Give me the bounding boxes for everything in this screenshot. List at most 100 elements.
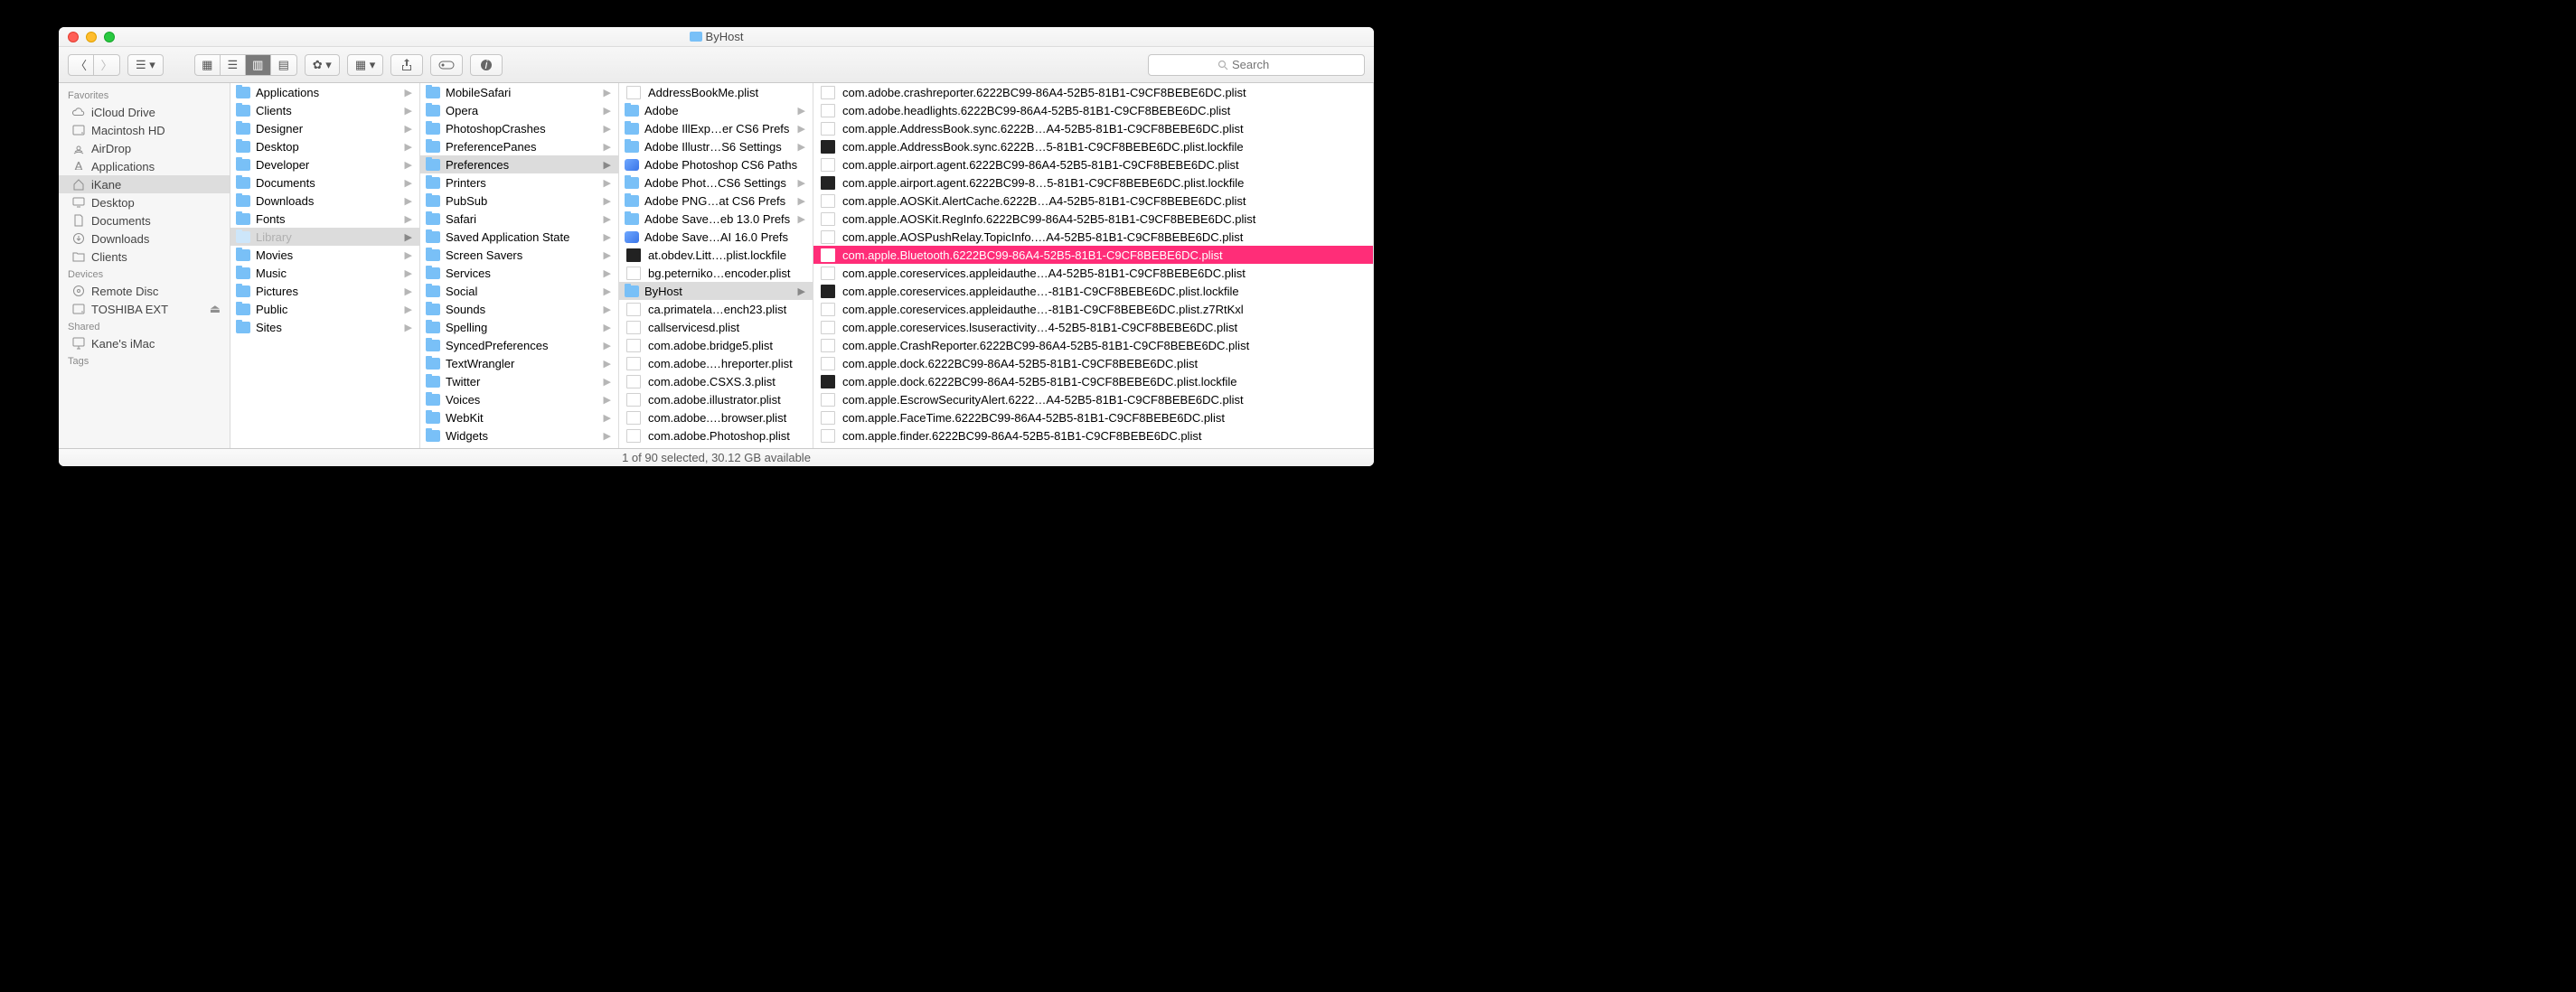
sidebar-item-ikane[interactable]: iKane xyxy=(59,175,230,193)
file-row[interactable]: WebKit▶ xyxy=(420,408,618,426)
sidebar-item-toshiba-ext[interactable]: TOSHIBA EXT⏏ xyxy=(59,300,230,318)
action-menu[interactable]: ✿ ▾ xyxy=(305,54,340,76)
file-row[interactable]: Sites▶ xyxy=(230,318,419,336)
file-row[interactable]: Desktop▶ xyxy=(230,137,419,155)
file-row[interactable]: AddressBookMe.plist xyxy=(619,83,813,101)
file-row[interactable]: com.apple.coreservices.appleidauthe…-81B… xyxy=(813,300,1373,318)
minimize-button[interactable] xyxy=(86,32,97,42)
zoom-button[interactable] xyxy=(104,32,115,42)
close-button[interactable] xyxy=(68,32,79,42)
sidebar-item-kane-s-imac[interactable]: Kane's iMac xyxy=(59,334,230,352)
file-row[interactable]: Voices▶ xyxy=(420,390,618,408)
file-row[interactable]: com.adobe.Photoshop.plist xyxy=(619,426,813,445)
sidebar-item-applications[interactable]: ⌂AApplications xyxy=(59,157,230,175)
sidebar-item-documents[interactable]: Documents xyxy=(59,211,230,229)
file-row[interactable]: Services▶ xyxy=(420,264,618,282)
sidebar-item-macintosh-hd[interactable]: Macintosh HD xyxy=(59,121,230,139)
sidebar-item-airdrop[interactable]: AirDrop xyxy=(59,139,230,157)
file-row[interactable]: bg.peterniko…encoder.plist xyxy=(619,264,813,282)
file-row[interactable]: Adobe PNG…at CS6 Prefs▶ xyxy=(619,192,813,210)
file-row[interactable]: com.adobe.headlights.6222BC99-86A4-52B5-… xyxy=(813,101,1373,119)
file-row[interactable]: com.apple.AddressBook.sync.6222B…5-81B1-… xyxy=(813,137,1373,155)
file-row[interactable]: Fonts▶ xyxy=(230,210,419,228)
file-row[interactable]: Adobe Save…eb 13.0 Prefs▶ xyxy=(619,210,813,228)
file-row[interactable]: Spelling▶ xyxy=(420,318,618,336)
file-row[interactable]: com.apple.coreservices.lsuseractivity…4-… xyxy=(813,318,1373,336)
coverflow-view-button[interactable]: ▤ xyxy=(271,55,296,75)
file-row[interactable]: Safari▶ xyxy=(420,210,618,228)
file-row[interactable]: Developer▶ xyxy=(230,155,419,173)
file-row[interactable]: ca.primatela…ench23.plist xyxy=(619,300,813,318)
file-row[interactable]: Designer▶ xyxy=(230,119,419,137)
eject-icon[interactable]: ⏏ xyxy=(210,302,221,316)
file-row[interactable]: Widgets▶ xyxy=(420,426,618,445)
file-row[interactable]: Social▶ xyxy=(420,282,618,300)
icon-view-button[interactable]: ▦ xyxy=(195,55,221,75)
file-row[interactable]: com.apple.AOSPushRelay.TopicInfo.…A4-52B… xyxy=(813,228,1373,246)
file-row[interactable]: com.apple.dock.6222BC99-86A4-52B5-81B1-C… xyxy=(813,354,1373,372)
file-row[interactable]: Opera▶ xyxy=(420,101,618,119)
search-field[interactable] xyxy=(1148,54,1365,76)
file-row[interactable]: Adobe Illustr…S6 Settings▶ xyxy=(619,137,813,155)
file-row[interactable]: com.apple.coreservices.appleidauthe…A4-5… xyxy=(813,264,1373,282)
file-row[interactable]: Twitter▶ xyxy=(420,372,618,390)
file-row[interactable]: MobileSafari▶ xyxy=(420,83,618,101)
file-row[interactable]: at.obdev.Litt….plist.lockfile xyxy=(619,246,813,264)
file-row[interactable]: com.adobe.illustrator.plist xyxy=(619,390,813,408)
file-row[interactable]: com.apple.EscrowSecurityAlert.6222…A4-52… xyxy=(813,390,1373,408)
file-row[interactable]: PhotoshopCrashes▶ xyxy=(420,119,618,137)
column-view-button[interactable]: ▥ xyxy=(246,55,271,75)
file-row[interactable]: com.apple.airport.agent.6222BC99-86A4-52… xyxy=(813,155,1373,173)
file-row[interactable]: com.adobe.crashreporter.6222BC99-86A4-52… xyxy=(813,83,1373,101)
titlebar[interactable]: ByHost xyxy=(59,27,1374,47)
share-button[interactable] xyxy=(390,54,423,76)
file-row[interactable]: com.apple.FaceTime.6222BC99-86A4-52B5-81… xyxy=(813,408,1373,426)
file-row[interactable]: Adobe IllExp…er CS6 Prefs▶ xyxy=(619,119,813,137)
list-view-button[interactable]: ☰ xyxy=(221,55,246,75)
file-row[interactable]: Adobe▶ xyxy=(619,101,813,119)
file-row[interactable]: com.apple.airport.agent.6222BC99-8…5-81B… xyxy=(813,173,1373,192)
file-row[interactable]: Preferences▶ xyxy=(420,155,618,173)
sidebar-item-clients[interactable]: Clients xyxy=(59,248,230,266)
file-row[interactable]: Downloads▶ xyxy=(230,192,419,210)
file-row[interactable]: callservicesd.plist xyxy=(619,318,813,336)
file-row[interactable]: Clients▶ xyxy=(230,101,419,119)
sidebar-item-remote-disc[interactable]: Remote Disc xyxy=(59,282,230,300)
file-row[interactable]: Applications▶ xyxy=(230,83,419,101)
file-row[interactable]: Adobe Phot…CS6 Settings▶ xyxy=(619,173,813,192)
file-row[interactable]: com.adobe.bridge5.plist xyxy=(619,336,813,354)
sidebar-item-desktop[interactable]: Desktop xyxy=(59,193,230,211)
arrange-menu[interactable]: ▦ ▾ xyxy=(347,54,383,76)
sidebar-item-downloads[interactable]: Downloads xyxy=(59,229,230,248)
file-row[interactable]: com.apple.AddressBook.sync.6222B…A4-52B5… xyxy=(813,119,1373,137)
file-row[interactable]: com.adobe.…hreporter.plist xyxy=(619,354,813,372)
file-row[interactable]: com.apple.AOSKit.AlertCache.6222B…A4-52B… xyxy=(813,192,1373,210)
file-row[interactable]: com.adobe.CSXS.3.plist xyxy=(619,372,813,390)
file-row[interactable]: Public▶ xyxy=(230,300,419,318)
tags-button[interactable] xyxy=(430,54,463,76)
file-row[interactable]: PreferencePanes▶ xyxy=(420,137,618,155)
sidebar-item-icloud-drive[interactable]: iCloud Drive xyxy=(59,103,230,121)
file-row[interactable]: PubSub▶ xyxy=(420,192,618,210)
file-row[interactable]: ByHost▶ xyxy=(619,282,813,300)
file-row[interactable]: Adobe Photoshop CS6 Paths xyxy=(619,155,813,173)
file-row[interactable]: com.apple.AOSKit.RegInfo.6222BC99-86A4-5… xyxy=(813,210,1373,228)
file-row[interactable]: Adobe Save…AI 16.0 Prefs xyxy=(619,228,813,246)
search-input[interactable] xyxy=(1232,58,1295,71)
file-row[interactable]: TextWrangler▶ xyxy=(420,354,618,372)
file-row[interactable]: Movies▶ xyxy=(230,246,419,264)
file-row[interactable]: com.apple.Bluetooth.6222BC99-86A4-52B5-8… xyxy=(813,246,1373,264)
file-row[interactable]: Library▶ xyxy=(230,228,419,246)
file-row[interactable]: com.apple.dock.6222BC99-86A4-52B5-81B1-C… xyxy=(813,372,1373,390)
file-row[interactable]: com.apple.CrashReporter.6222BC99-86A4-52… xyxy=(813,336,1373,354)
file-row[interactable]: Printers▶ xyxy=(420,173,618,192)
file-row[interactable]: com.apple.finder.6222BC99-86A4-52B5-81B1… xyxy=(813,426,1373,445)
file-row[interactable]: Pictures▶ xyxy=(230,282,419,300)
file-row[interactable]: Screen Savers▶ xyxy=(420,246,618,264)
file-row[interactable]: com.adobe.…browser.plist xyxy=(619,408,813,426)
forward-button[interactable]: 〉 xyxy=(94,55,119,75)
back-button[interactable]: 〈 xyxy=(69,55,94,75)
file-row[interactable]: SyncedPreferences▶ xyxy=(420,336,618,354)
file-row[interactable]: Music▶ xyxy=(230,264,419,282)
file-row[interactable]: Documents▶ xyxy=(230,173,419,192)
